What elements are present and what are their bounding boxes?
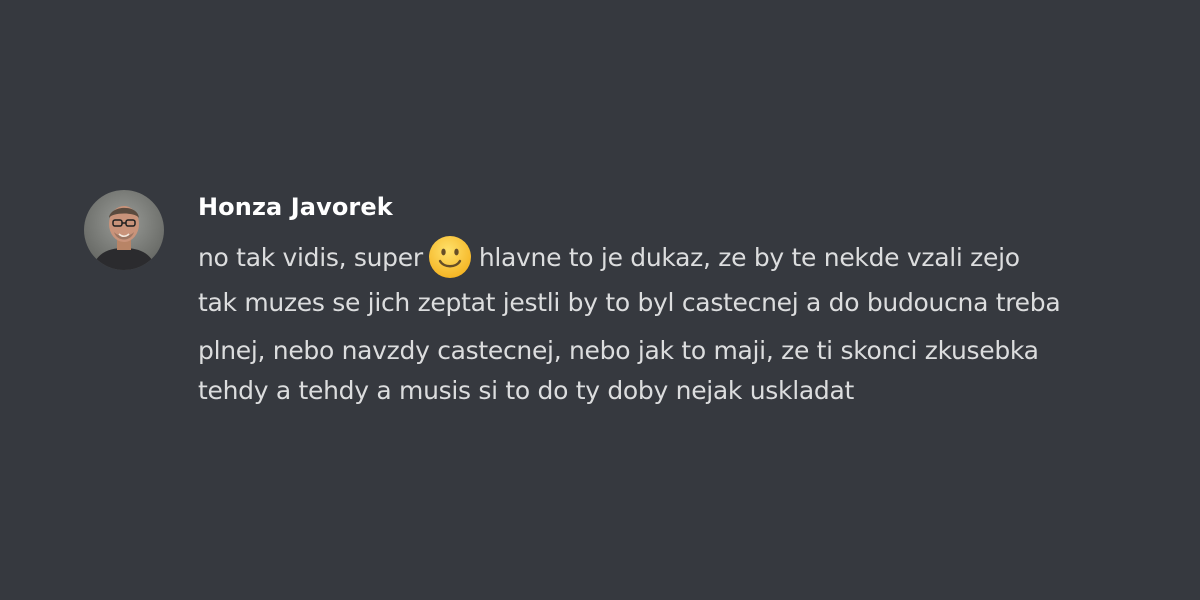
message-line-3: plnej, nebo navzdy castecnej, nebo jak t… bbox=[198, 336, 1039, 365]
message-text: no tak vidis, super bbox=[198, 242, 423, 272]
message-line-1: no tak vidis, super hlavne to je dukaz, bbox=[198, 234, 1020, 280]
message-line-4: tehdy a tehdy a musis si to do ty doby n… bbox=[198, 376, 854, 405]
slightly-smiling-face-icon[interactable] bbox=[427, 234, 473, 280]
avatar-image bbox=[84, 190, 164, 270]
message-line-2: tak muzes se jich zeptat jestli by to by… bbox=[198, 288, 1061, 317]
message-text: hlavne to je dukaz, ze by te nekde vzali… bbox=[478, 242, 1020, 272]
author-username[interactable]: Honza Javorek bbox=[198, 193, 393, 221]
user-avatar[interactable] bbox=[84, 190, 164, 270]
